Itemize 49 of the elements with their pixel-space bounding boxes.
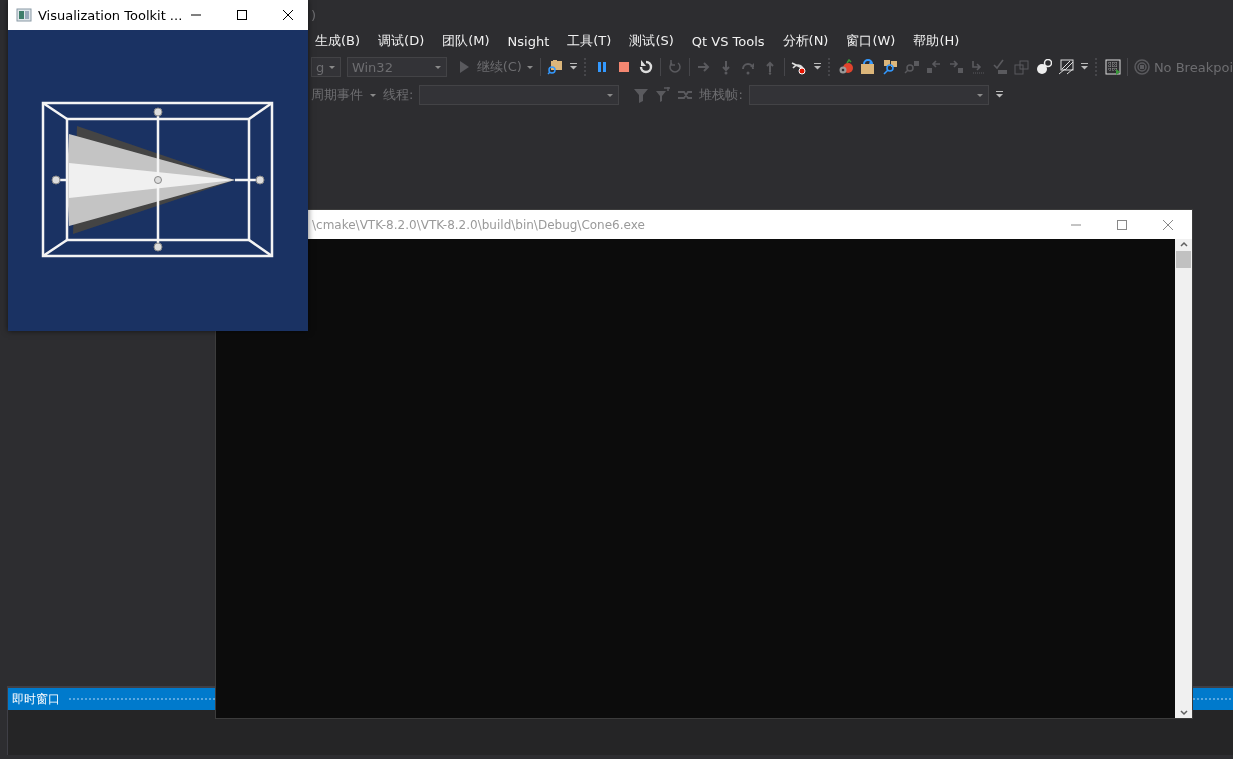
scroll-thumb[interactable]	[1176, 251, 1191, 268]
menu-item[interactable]: 调试(D)	[369, 32, 434, 50]
window-title: )	[311, 7, 317, 23]
magnifier-icon[interactable]	[903, 59, 920, 75]
scroll-up-icon[interactable]	[1178, 239, 1189, 249]
menu-item[interactable]: 工具(T)	[558, 32, 621, 50]
menu-item[interactable]: Nsight	[498, 33, 559, 49]
return-icon[interactable]	[969, 59, 986, 75]
dropdown-caret-icon[interactable]	[812, 63, 822, 71]
menu-item[interactable]: Qt VS Tools	[682, 33, 774, 49]
caret-icon[interactable]	[327, 64, 336, 70]
box-widget-drawing[interactable]	[41, 101, 274, 258]
caret-icon[interactable]	[525, 64, 534, 70]
right-arrow-icon[interactable]	[947, 59, 964, 75]
caret-icon[interactable]	[433, 64, 442, 70]
refresh-icon[interactable]	[666, 59, 683, 75]
folder-search-icon[interactable]	[881, 59, 898, 75]
hatched-icon[interactable]	[1057, 59, 1074, 75]
filter-icon[interactable]	[633, 87, 650, 103]
stack-frame-label: 堆栈帧:	[699, 86, 743, 104]
menu-item[interactable]: 窗口(W)	[837, 32, 905, 50]
grid-icon[interactable]	[1104, 59, 1121, 75]
breakpoints-label: No Breakpoi	[1153, 59, 1233, 75]
menu-item[interactable]: 帮助(H)	[904, 32, 969, 50]
window-title: Visualization Toolkit ...	[38, 7, 183, 23]
menu-item[interactable]: 分析(N)	[773, 32, 838, 50]
tool-window-title[interactable]: 即时窗口	[12, 690, 60, 708]
caret-icon[interactable]	[975, 92, 984, 98]
menu-item[interactable]: 生成(B)	[306, 32, 370, 50]
scrollbar[interactable]	[1175, 239, 1192, 718]
caret-icon[interactable]	[606, 92, 615, 98]
dropdown-caret-icon[interactable]	[1079, 63, 1089, 71]
menu-item[interactable]: 团队(M)	[433, 32, 499, 50]
filter-icon[interactable]	[655, 87, 672, 103]
dropdown-caret-icon[interactable]	[994, 91, 1004, 99]
window-title: \cmake\VTK-8.2.0\VTK-8.2.0\build\bin\Debug\Cone6.exe	[312, 217, 646, 232]
spellcheck-icon[interactable]	[991, 59, 1008, 75]
menu-item[interactable]: 测试(S)	[620, 32, 683, 50]
left-arrow-icon[interactable]	[925, 59, 942, 75]
scroll-down-icon[interactable]	[1178, 708, 1189, 718]
bug-gear-icon[interactable]	[837, 59, 854, 75]
restart-icon[interactable]	[637, 59, 654, 75]
app-icon	[16, 7, 32, 23]
folder-search-icon[interactable]	[546, 59, 563, 75]
dropdown-caret-icon[interactable]	[568, 63, 578, 71]
breakpoint-circle-icon[interactable]	[1133, 59, 1150, 75]
caret-icon[interactable]	[369, 92, 377, 98]
thread-label: 线程:	[383, 86, 414, 104]
circles-icon[interactable]	[1035, 59, 1052, 75]
